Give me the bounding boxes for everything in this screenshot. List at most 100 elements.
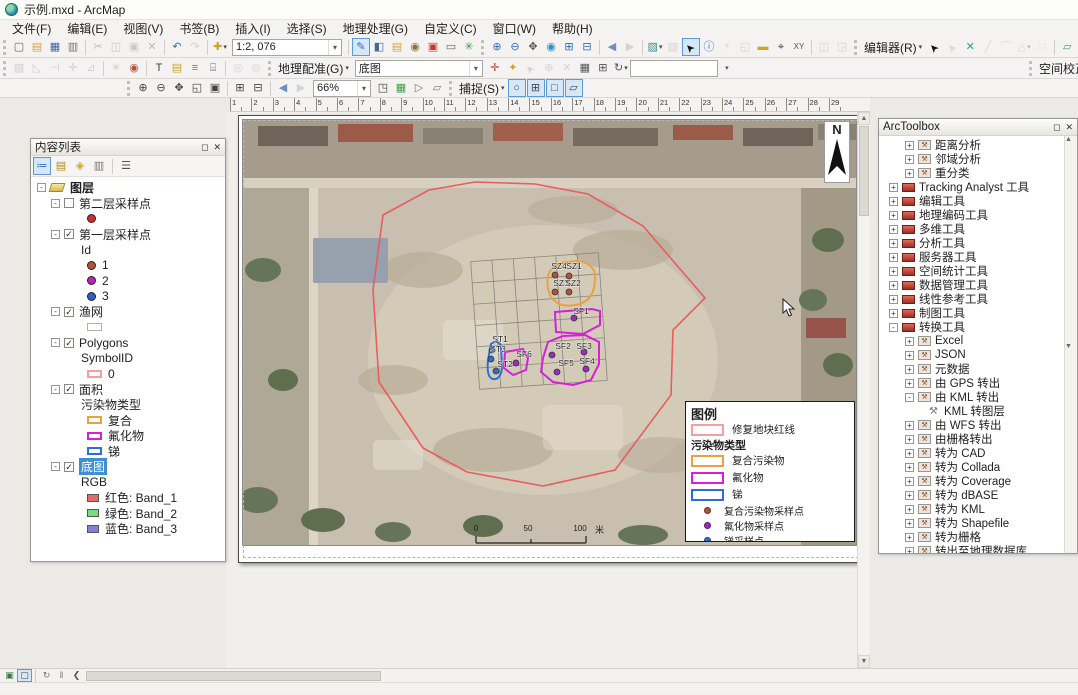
toolbox-item[interactable]: +数据管理工具 [879,278,1064,292]
toolbar-overflow-button[interactable]: ▾ [718,59,736,77]
reshape-feature-tool[interactable]: ▱ [1058,38,1076,56]
layer-visibility-checkbox[interactable]: ✓ [64,338,74,348]
copy-button[interactable]: ◫ [107,38,125,56]
menu-编辑E[interactable]: 编辑(E) [59,20,115,37]
toolbox-item[interactable]: +编辑工具 [879,194,1064,208]
toc-item-污染物类型[interactable]: 污染物类型 [31,397,225,413]
toolbox-item[interactable]: +⚒转为 KML [879,502,1064,516]
data-view-button[interactable]: ▣ [2,669,17,682]
expand-collapse-icon[interactable]: + [889,225,898,234]
layer-visibility-checkbox[interactable]: ✓ [64,307,74,317]
open-document-button[interactable]: ▤ [28,38,46,56]
cut-button[interactable]: ✂ [89,38,107,56]
toolbar-grip[interactable] [1029,61,1032,76]
toc-item-第二层采样点[interactable]: -第二层采样点 [31,196,225,212]
toc-item-图层[interactable]: -图层 [31,180,225,196]
toc-options-button[interactable]: ☰ [117,157,135,175]
toc-item-红色: Band_1[interactable]: 红色: Band_1 [31,490,225,506]
chevron-down-icon[interactable]: ▾ [469,61,482,76]
scroll-up-button[interactable]: ▲ [858,112,870,125]
edit-annotation-tool[interactable]: ➤ [943,38,961,56]
toc-item-锑[interactable]: 锑 [31,444,225,460]
scroll-left-button[interactable]: ❮ [69,669,84,682]
cut-polygons-tool[interactable]: ✕ [961,38,979,56]
sample-point[interactable] [552,289,558,295]
toc-symbol-row[interactable] [31,320,225,336]
toolbar-grip[interactable] [127,81,130,96]
find-button[interactable]: ⌖ [772,38,790,56]
toolbox-item[interactable]: +线性参考工具 [879,292,1064,306]
toolbox-item[interactable]: +Tracking Analyst 工具 [879,180,1064,194]
expand-collapse-icon[interactable]: + [905,547,914,554]
toc-item-蓝色: Band_3[interactable]: 蓝色: Band_3 [31,521,225,537]
toolbox-item[interactable]: +制图工具 [879,306,1064,320]
arc-segment-tool[interactable]: ⌒ [997,38,1015,56]
search-window-button[interactable]: ◉ [406,38,424,56]
menu-插入I[interactable]: 插入(I) [227,20,278,37]
focus-data-frame-button[interactable]: ◳ [374,79,392,97]
toolbox-item[interactable]: +多维工具 [879,222,1064,236]
select-elements-tool[interactable]: ➤ [682,38,700,56]
toolbox-item[interactable]: -转换工具 [879,320,1064,334]
expand-collapse-icon[interactable]: + [905,421,914,430]
expand-collapse-icon[interactable]: + [905,351,914,360]
menu-地理处理G[interactable]: 地理处理(G) [335,20,416,37]
fixed-zoom-out-button[interactable]: ⊟ [578,38,596,56]
add-data-button[interactable]: ✚▾ [211,38,229,56]
menu-窗口W[interactable]: 窗口(W) [485,20,544,37]
toc-item-复合[interactable]: 复合 [31,413,225,429]
toolbox-item[interactable]: +⚒距离分析 [879,138,1064,152]
layer-visibility-checkbox[interactable]: ✓ [64,384,74,394]
toc-item-绿色: Band_2[interactable]: 绿色: Band_2 [31,506,225,522]
expand-collapse-icon[interactable]: + [905,169,914,178]
expand-collapse-icon[interactable]: - [51,230,60,239]
clear-selection-button[interactable]: ▨ [664,38,682,56]
toolbox-item[interactable]: +⚒转为 Coverage [879,474,1064,488]
link-table-button[interactable]: ▦ [576,59,594,77]
edit-tool[interactable]: ➤ [925,38,943,56]
menu-帮助H[interactable]: 帮助(H) [544,20,601,37]
menu-自定义C[interactable]: 自定义(C) [416,20,485,37]
snapping-menu-button[interactable]: 捕捉(S)▾ [456,80,508,97]
go-to-xy-button[interactable]: XY [790,38,808,56]
expand-collapse-icon[interactable]: + [905,337,914,346]
expand-collapse-icon[interactable]: + [889,295,898,304]
magnifier-window-button[interactable]: ◲ [833,38,851,56]
map-legend[interactable]: 图例 修复地块红线污染物类型复合污染物氟化物锑复合污染物采样点氟化物采样点锑采样… [685,401,855,542]
editor-toolbar-toggle[interactable]: ✎ [352,38,370,56]
trace-tool[interactable]: △▾ [1015,38,1033,56]
edge-snapping-button[interactable]: ▱ [565,79,583,97]
label-weight-button[interactable]: ≡ [186,59,204,77]
layer-symbol[interactable] [87,292,96,301]
point-tool[interactable]: ∷ [1033,38,1051,56]
toolbox-item[interactable]: +⚒JSON [879,348,1064,362]
panel-float-button[interactable]: ◻ [1053,122,1060,133]
arctoolbox-scrollbar[interactable]: ▲ ▼ [1064,136,1077,553]
chevron-down-icon[interactable]: ▾ [357,81,370,96]
expand-collapse-icon[interactable]: - [51,338,60,347]
label-priority-button[interactable]: ▤ [168,59,186,77]
expand-collapse-icon[interactable]: + [889,281,898,290]
topology-edit-tool[interactable]: ◺ [28,59,46,77]
toc-item-3[interactable]: 3 [31,289,225,305]
select-features-tool[interactable]: ▧▾ [646,38,664,56]
layer-symbol[interactable] [87,432,102,440]
expand-collapse-icon[interactable]: - [51,385,60,394]
layer-symbol[interactable] [87,525,99,533]
scroll-up-button[interactable]: ▲ [1065,136,1077,143]
expand-collapse-icon[interactable]: + [889,183,898,192]
arctoolbox-window-button[interactable]: ▣ [424,38,442,56]
scroll-down-button[interactable]: ▼ [1065,343,1077,350]
fixed-zoom-in-page-button[interactable]: ⊞ [231,79,249,97]
scrollbar-thumb[interactable] [859,126,869,216]
toc-item-Polygons[interactable]: -✓Polygons [31,335,225,351]
expand-collapse-icon[interactable]: + [905,379,914,388]
north-arrow[interactable]: N [824,121,850,183]
toolbar-grip[interactable] [3,61,6,76]
overflow-annotation-button[interactable]: ◎ [229,59,247,77]
toolbox-item[interactable]: +⚒转为 dBASE [879,488,1064,502]
page-zoom-combo[interactable]: 66%▾ [313,80,371,97]
layer-visibility-checkbox[interactable]: ✓ [64,462,74,472]
layer-symbol[interactable] [87,509,99,517]
toolbar-grip[interactable] [854,40,857,55]
